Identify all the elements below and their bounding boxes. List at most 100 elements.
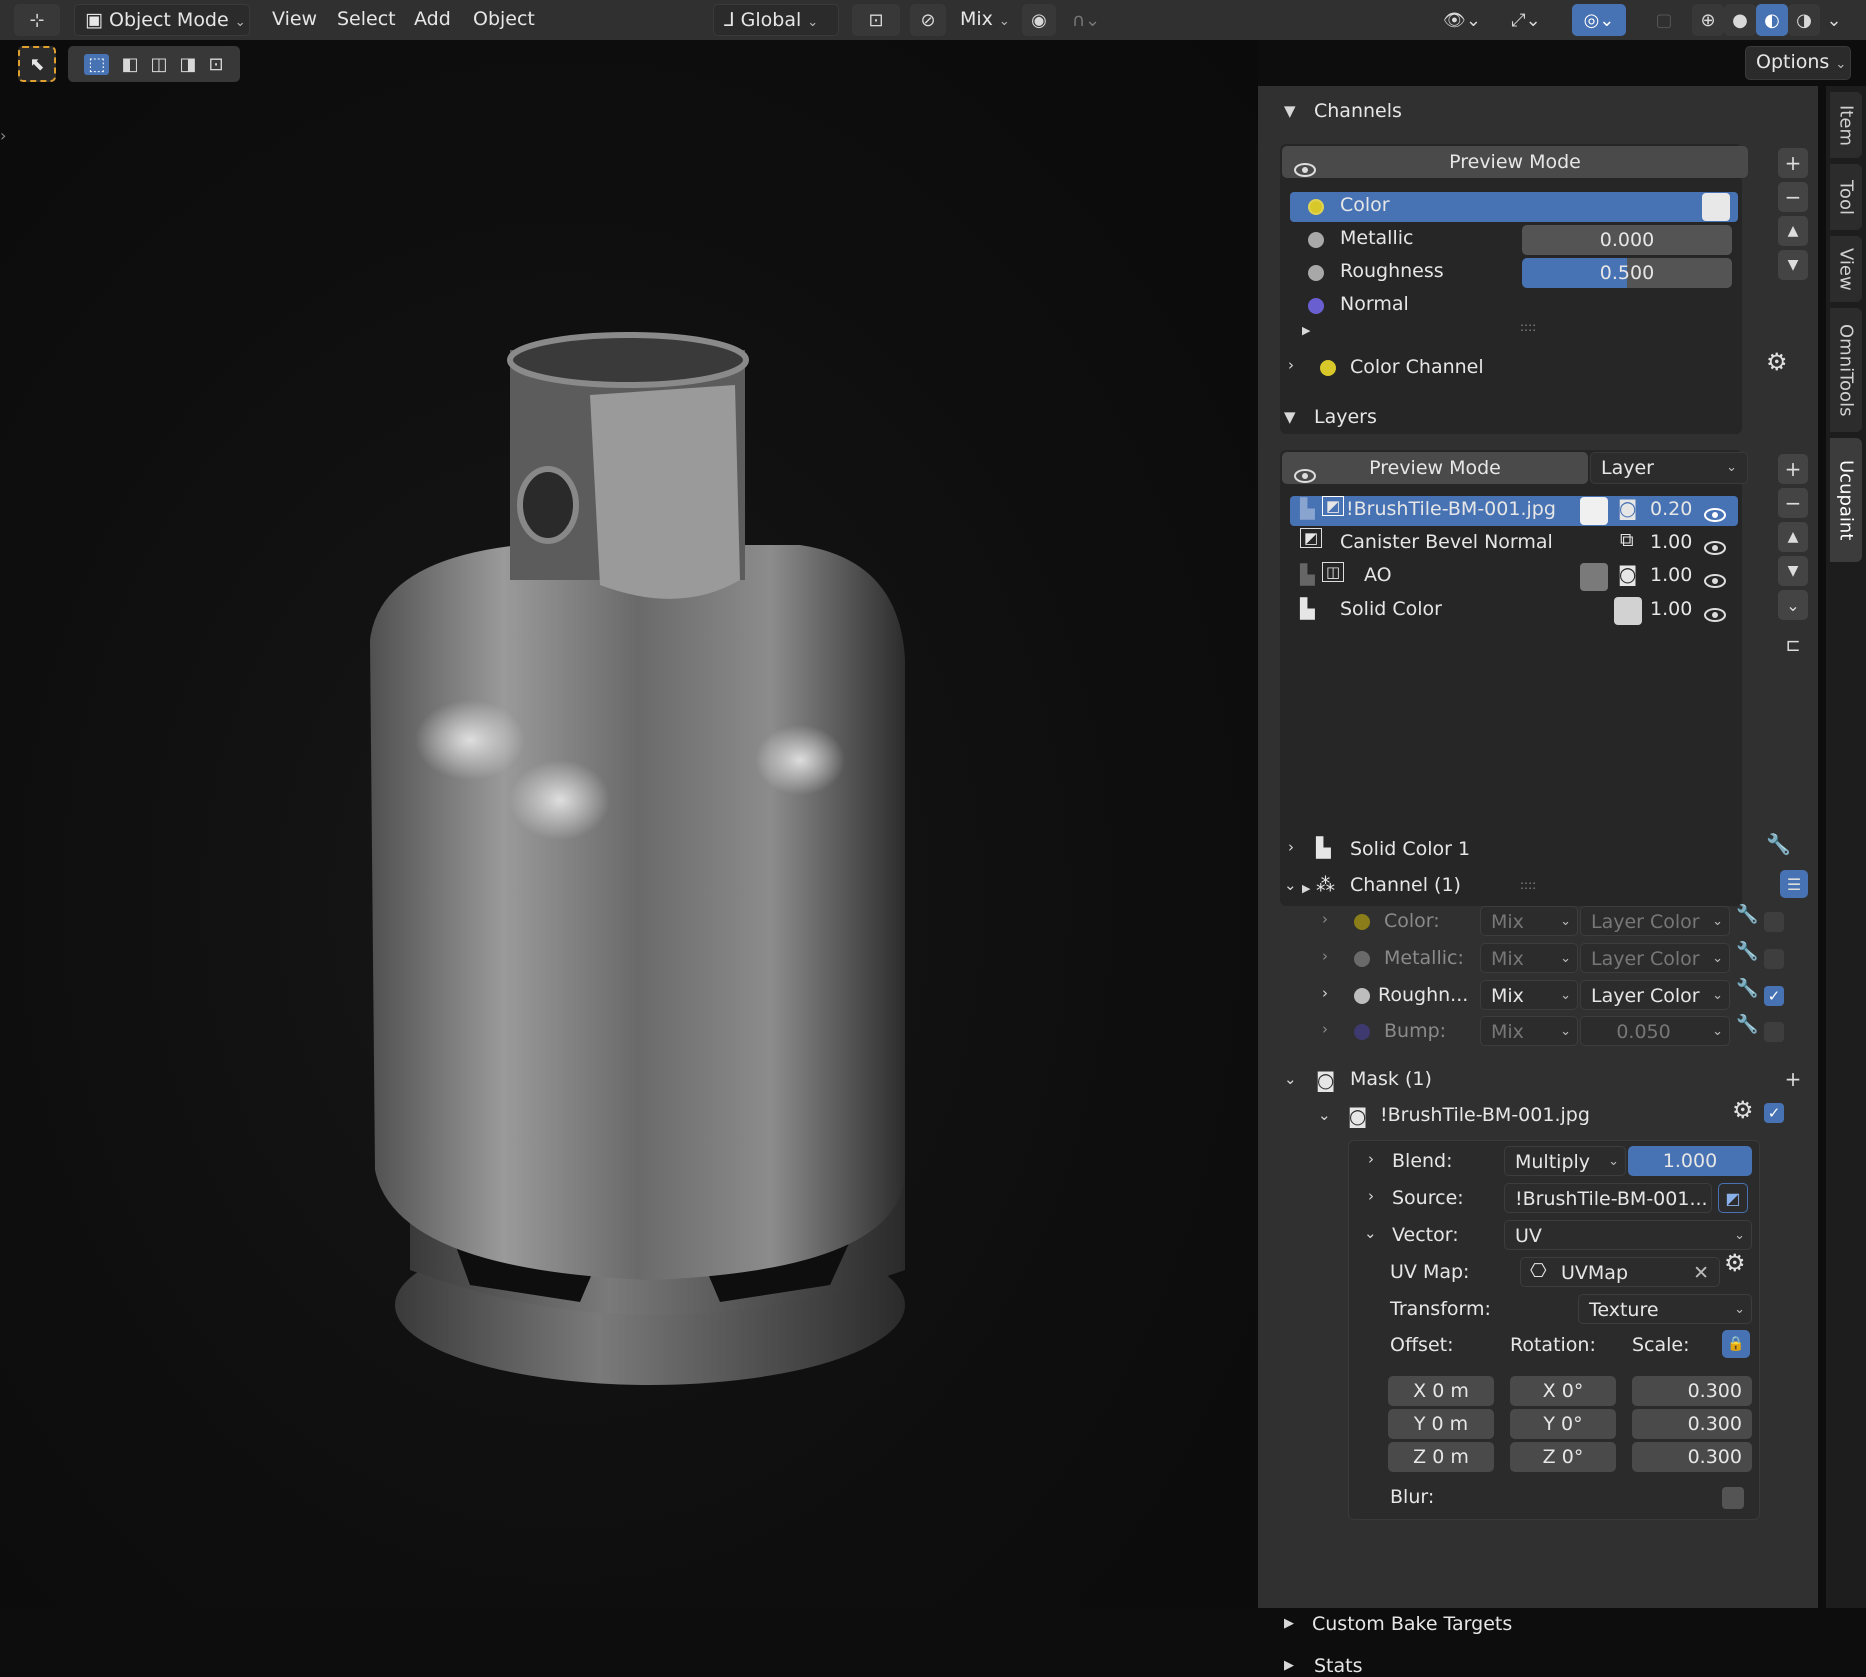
color-swatch[interactable] <box>1702 193 1730 221</box>
layer-opacity-solid[interactable]: 1.00 <box>1650 598 1692 620</box>
layer-visibility-eye-icon[interactable] <box>1704 505 1726 522</box>
layer-visibility-eye-icon[interactable] <box>1704 538 1726 555</box>
metallic-enable-checkbox[interactable] <box>1764 949 1784 969</box>
custom-bake-targets-header[interactable]: Custom Bake Targets <box>1312 1613 1512 1635</box>
overlays-icon[interactable]: ◎⌄ <box>1572 4 1626 36</box>
row-expand-icon[interactable]: › <box>1322 947 1328 965</box>
tab-omnitools[interactable]: OmniTools <box>1830 308 1862 432</box>
roughness-enable-checkbox[interactable]: ✓ <box>1764 986 1784 1006</box>
color-enable-checkbox[interactable] <box>1764 912 1784 932</box>
layer-type-dropdown[interactable]: Layer ⌄ <box>1590 452 1748 484</box>
scale-x-field[interactable]: 0.300 <box>1632 1376 1752 1406</box>
mask-item-collapse-icon[interactable]: ⌄ <box>1318 1106 1331 1124</box>
layer-menu-button[interactable]: ⌄ <box>1778 590 1808 620</box>
menu-add[interactable]: Add <box>414 8 451 30</box>
material-shading-icon[interactable]: ◐ <box>1756 4 1788 36</box>
channel-group-collapse-icon[interactable]: ⌄ <box>1284 876 1297 894</box>
layer-color-swatch[interactable] <box>1580 497 1608 525</box>
menu-select[interactable]: Select <box>337 8 396 30</box>
selection-mode-group[interactable]: ⬚ ◧ ◫ ◨ ⊡ <box>68 46 240 82</box>
tab-item[interactable]: Item <box>1830 92 1862 158</box>
channel-group-label[interactable]: Channel (1) <box>1350 874 1461 896</box>
ao-color-swatch[interactable] <box>1580 563 1608 591</box>
move-layer-up-button[interactable]: ▲ <box>1778 522 1808 552</box>
vector-collapse-icon[interactable]: ⌄ <box>1364 1224 1377 1242</box>
wrench-icon[interactable]: 🔧 <box>1736 978 1758 999</box>
rotation-y-field[interactable]: Y 0° <box>1510 1409 1616 1439</box>
bump-enable-checkbox[interactable] <box>1764 1022 1784 1042</box>
menu-view[interactable]: View <box>272 8 317 30</box>
tab-view[interactable]: View <box>1830 236 1862 302</box>
3d-viewport[interactable] <box>0 40 1258 1608</box>
source-expand-icon[interactable]: › <box>1368 1187 1374 1205</box>
stats-expand-icon[interactable]: ▶ <box>1284 1658 1294 1673</box>
layers-collapse-icon[interactable]: ▼ <box>1284 408 1296 426</box>
layer-hierarchy-icon[interactable]: ⊏ <box>1778 630 1808 660</box>
layer-visibility-eye-icon[interactable] <box>1704 571 1726 588</box>
solid-color-swatch[interactable] <box>1614 597 1642 625</box>
shading-options-icon[interactable]: ⌄ <box>1820 4 1848 36</box>
mask-blend-dropdown[interactable]: Multiply ⌄ <box>1504 1146 1626 1176</box>
mask-collapse-icon[interactable]: ⌄ <box>1284 1070 1297 1088</box>
blend-expand-icon[interactable]: › <box>1368 1150 1374 1168</box>
add-mask-button[interactable]: + <box>1778 1064 1808 1094</box>
color-channel-gear-icon[interactable]: ⚙ <box>1766 348 1788 376</box>
clear-icon[interactable]: ✕ <box>1693 1258 1709 1288</box>
add-channel-button[interactable]: + <box>1778 148 1808 178</box>
pivot-point-icon[interactable]: ⊡ <box>852 4 900 36</box>
scale-y-field[interactable]: 0.300 <box>1632 1409 1752 1439</box>
move-channel-down-button[interactable]: ▼ <box>1778 250 1808 280</box>
lock-icon[interactable]: 🔒 <box>1722 1330 1750 1358</box>
solid-color-1-label[interactable]: Solid Color 1 <box>1350 838 1470 860</box>
row-expand-icon[interactable]: › <box>1322 984 1328 1002</box>
wrench-icon[interactable]: 🔧 <box>1736 941 1758 962</box>
rotation-z-field[interactable]: Z 0° <box>1510 1442 1616 1472</box>
roughness-source-dropdown[interactable]: Layer Color ⌄ <box>1580 980 1730 1010</box>
mask-icon[interactable]: ◙ <box>1618 496 1637 520</box>
options-dropdown[interactable]: Options ⌄ <box>1745 46 1851 80</box>
select-intersect-icon[interactable]: ⊡ <box>208 54 223 75</box>
move-channel-up-button[interactable]: ▲ <box>1778 216 1808 246</box>
metallic-value-field[interactable]: 0.000 <box>1522 225 1732 255</box>
mask-vector-dropdown[interactable]: UV ⌄ <box>1504 1220 1752 1250</box>
mask-label[interactable]: Mask (1) <box>1350 1068 1432 1090</box>
wrench-icon[interactable]: 🔧 <box>1736 904 1758 925</box>
layers-preview-mode-toggle[interactable]: Preview Mode <box>1282 452 1588 484</box>
roughness-blend-dropdown[interactable]: Mix ⌄ <box>1480 980 1578 1010</box>
layer-opacity-bevel[interactable]: 1.00 <box>1650 531 1692 553</box>
color-channel-label[interactable]: Color Channel <box>1350 356 1484 378</box>
color-channel-expand-icon[interactable]: › <box>1288 356 1294 374</box>
bump-value-field[interactable]: 0.050 ⌄ <box>1580 1016 1730 1046</box>
uvmap-gear-icon[interactable]: ⚙ <box>1724 1249 1746 1277</box>
mask-item-name[interactable]: !BrushTile-BM-001.jpg <box>1380 1104 1590 1126</box>
metallic-source-dropdown[interactable]: Layer Color ⌄ <box>1580 943 1730 973</box>
snap-icon[interactable]: ⊘ <box>910 4 946 36</box>
layers-header[interactable]: Layers <box>1314 406 1377 428</box>
mask-gear-icon[interactable]: ⚙ <box>1732 1096 1754 1124</box>
metallic-blend-dropdown[interactable]: Mix ⌄ <box>1480 943 1578 973</box>
layer-opacity-ao[interactable]: 1.00 <box>1650 564 1692 586</box>
rendered-shading-icon[interactable]: ◑ <box>1788 4 1820 36</box>
channel-list-toggle-icon[interactable]: ☰ <box>1780 870 1808 898</box>
roughness-value-field[interactable]: 0.500 <box>1522 258 1732 288</box>
list-resize-handle[interactable]: :::: <box>1520 320 1536 334</box>
bump-blend-dropdown[interactable]: Mix ⌄ <box>1480 1016 1578 1046</box>
blur-checkbox[interactable] <box>1722 1487 1744 1509</box>
channels-preview-mode-toggle[interactable]: Preview Mode <box>1282 146 1748 178</box>
tab-ucupaint[interactable]: Ucupaint <box>1830 438 1862 562</box>
mask-enable-checkbox[interactable]: ✓ <box>1764 1103 1784 1123</box>
color-blend-dropdown[interactable]: Mix ⌄ <box>1480 906 1578 936</box>
layer-visibility-eye-icon[interactable] <box>1704 605 1726 622</box>
select-tool-icon[interactable]: ⬉ <box>18 46 56 82</box>
offset-z-field[interactable]: Z 0 m <box>1388 1442 1494 1472</box>
remove-channel-button[interactable]: − <box>1778 182 1808 212</box>
mask-blend-value[interactable]: 1.000 <box>1628 1146 1752 1176</box>
color-source-dropdown[interactable]: Layer Color ⌄ <box>1580 906 1730 936</box>
image-browse-icon[interactable]: ◩ <box>1718 1183 1748 1213</box>
scale-z-field[interactable]: 0.300 <box>1632 1442 1752 1472</box>
solid-color-expand-icon[interactable]: › <box>1288 838 1294 856</box>
select-subtract-icon[interactable]: ◫ <box>150 54 167 75</box>
falloff-curve-icon[interactable]: ∩⌄ <box>1062 4 1110 36</box>
list-expand-icon[interactable]: ▶ <box>1302 882 1310 895</box>
select-extend-icon[interactable]: ◧ <box>121 54 138 75</box>
